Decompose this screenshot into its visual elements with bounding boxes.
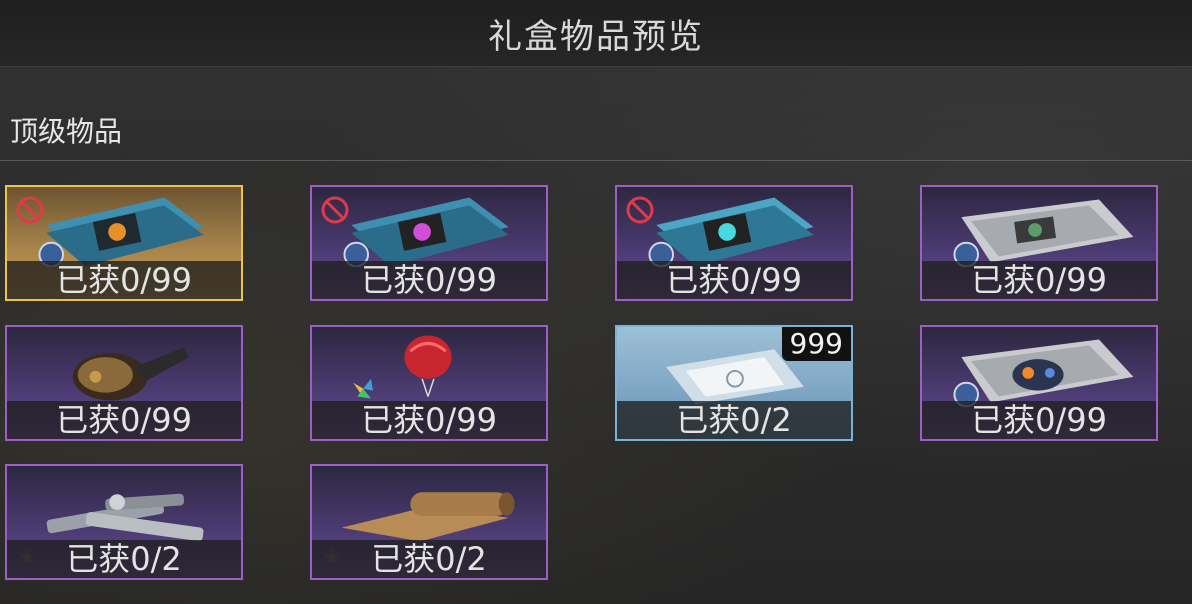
- header-bar: 礼盒物品预览: [0, 0, 1192, 67]
- blueprint-drone-icon: [953, 339, 1134, 407]
- item-card-3[interactable]: 已获0/99: [615, 185, 853, 301]
- item-card-4[interactable]: 已获0/99: [920, 185, 1158, 301]
- parchment-scroll-icon: [341, 492, 515, 542]
- banned-icon: [16, 196, 44, 224]
- obtained-count: 已获0/99: [7, 261, 241, 299]
- banned-icon: [321, 196, 349, 224]
- item-card-7[interactable]: 999 已获0/2: [615, 325, 853, 441]
- stack-count-badge: 999: [781, 327, 851, 361]
- blueprint-paper-icon: [953, 199, 1134, 267]
- item-card-8[interactable]: 已获0/99: [920, 325, 1158, 441]
- banned-icon: [626, 196, 654, 224]
- item-card-10[interactable]: ★ 已获0/2: [310, 464, 548, 580]
- item-card-6[interactable]: 已获0/99: [310, 325, 548, 441]
- obtained-count: 已获0/99: [922, 261, 1156, 299]
- obtained-count: 已获0/2: [312, 540, 546, 578]
- obtained-count: 已获0/2: [7, 540, 241, 578]
- obtained-count: 已获0/99: [617, 261, 851, 299]
- pinwheel-balloon-icon: [353, 335, 452, 399]
- item-card-9[interactable]: ★ 已获0/2: [5, 464, 243, 580]
- item-card-1[interactable]: 已获0/99: [5, 185, 243, 301]
- item-card-2[interactable]: 已获0/99: [310, 185, 548, 301]
- obtained-count: 已获0/99: [312, 261, 546, 299]
- section-header: 顶级物品: [0, 96, 1192, 161]
- gauntlet-icon: [72, 347, 189, 401]
- metal-bolts-icon: [46, 493, 204, 542]
- obtained-count: 已获0/99: [7, 401, 241, 439]
- obtained-count: 已获0/2: [617, 401, 851, 439]
- item-card-5[interactable]: 已获0/99: [5, 325, 243, 441]
- section-label: 顶级物品: [10, 115, 123, 148]
- page-title: 礼盒物品预览: [488, 16, 704, 57]
- obtained-count: 已获0/99: [922, 401, 1156, 439]
- obtained-count: 已获0/99: [312, 401, 546, 439]
